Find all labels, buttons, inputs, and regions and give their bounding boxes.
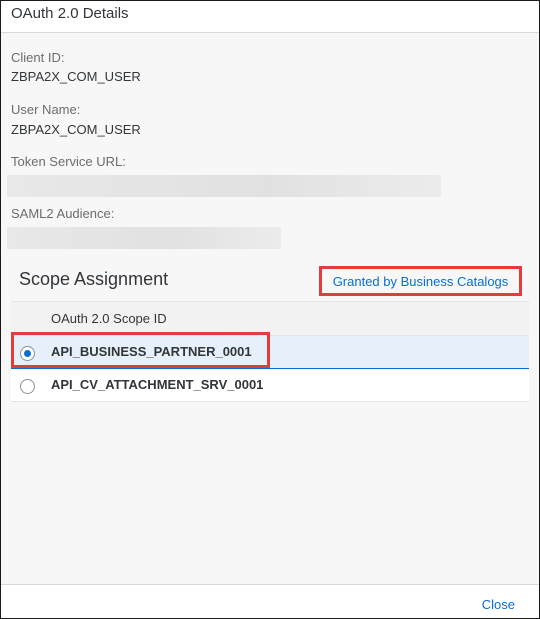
saml2-audience-label: SAML2 Audience: xyxy=(11,206,115,221)
radio-button[interactable] xyxy=(20,379,35,394)
granted-link-highlight: Granted by Business Catalogs xyxy=(319,266,522,296)
user-name-label: User Name: xyxy=(11,102,81,117)
saml2-audience-value-redacted xyxy=(7,227,281,249)
dialog-title: OAuth 2.0 Details xyxy=(11,5,129,22)
scope-id-cell: API_CV_ATTACHMENT_SRV_0001 xyxy=(51,377,264,392)
token-service-url-label: Token Service URL: xyxy=(11,154,126,169)
token-service-url-value-redacted xyxy=(7,175,441,197)
dialog-header: OAuth 2.0 Details xyxy=(1,1,539,33)
granted-by-business-catalogs-link[interactable]: Granted by Business Catalogs xyxy=(333,274,509,289)
selected-row-highlight xyxy=(11,332,270,368)
scope-table-header: OAuth 2.0 Scope ID xyxy=(11,302,529,336)
client-id-value: ZBPA2X_COM_USER xyxy=(11,69,141,84)
close-button[interactable]: Close xyxy=(482,597,515,612)
user-name-value: ZBPA2X_COM_USER xyxy=(11,122,141,137)
oauth-details-dialog: OAuth 2.0 Details Client ID: ZBPA2X_COM_… xyxy=(0,0,540,619)
column-header-scope-id: OAuth 2.0 Scope ID xyxy=(51,311,167,326)
dialog-footer: Close xyxy=(1,584,539,618)
client-id-label: Client ID: xyxy=(11,50,65,65)
scope-assignment-title: Scope Assignment xyxy=(19,269,169,289)
table-row[interactable]: API_CV_ATTACHMENT_SRV_0001 xyxy=(11,369,529,402)
